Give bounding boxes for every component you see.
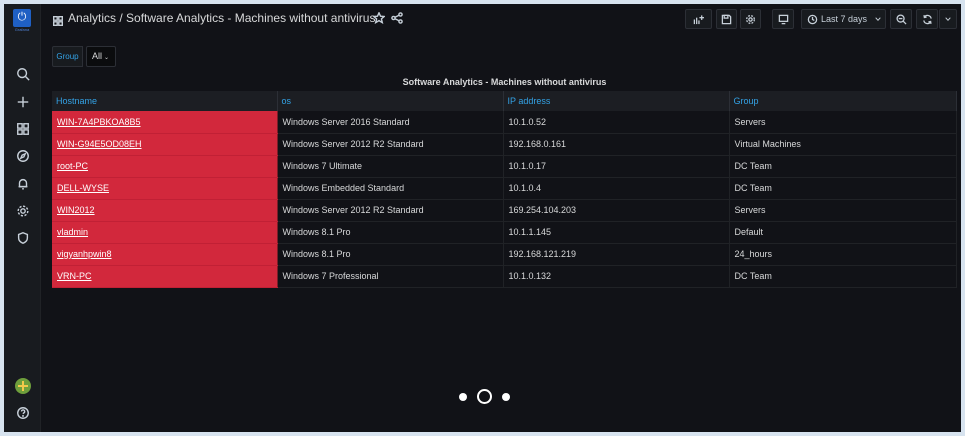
ip-address-cell: 192.168.0.161 bbox=[503, 133, 730, 156]
dashboards-grid-icon bbox=[52, 13, 64, 27]
carousel-indicator bbox=[455, 387, 515, 407]
dashboard-title[interactable]: Analytics / Software Analytics - Machine… bbox=[68, 11, 375, 25]
machines-table: Hostname os IP address Group WIN-7A4PBKO… bbox=[52, 91, 957, 288]
gear-icon[interactable] bbox=[13, 201, 33, 221]
group-cell: Servers bbox=[729, 199, 957, 222]
hostname-cell: WIN-7A4PBKOA8B5 bbox=[52, 111, 278, 134]
refresh-button[interactable] bbox=[916, 9, 938, 29]
os-cell: Windows Server 2012 R2 Standard bbox=[277, 199, 504, 222]
ip-address-cell: 10.1.0.132 bbox=[503, 265, 730, 288]
hostname-link[interactable]: vladmin bbox=[57, 227, 88, 237]
group-variable-value: All bbox=[92, 51, 103, 61]
column-header-hostname[interactable]: Hostname bbox=[52, 91, 278, 111]
group-cell: Servers bbox=[729, 111, 957, 134]
ip-address-cell: 10.1.1.145 bbox=[503, 221, 730, 244]
carousel-dot-active[interactable] bbox=[477, 389, 492, 404]
table-row: DELL-WYSE Windows Embedded Standard 10.1… bbox=[52, 177, 957, 200]
zoom-out-icon bbox=[895, 13, 907, 25]
save-icon bbox=[721, 14, 732, 24]
group-variable-label: Group bbox=[52, 46, 83, 67]
hostname-cell: WIN-G94E5OD08EH bbox=[52, 133, 278, 156]
group-cell: Default bbox=[729, 221, 957, 244]
plus-icon[interactable] bbox=[13, 92, 33, 112]
table-row: root-PC Windows 7 Ultimate 10.1.0.17 DC … bbox=[52, 155, 957, 178]
add-panel-icon bbox=[693, 14, 704, 24]
refresh-interval-dropdown[interactable] bbox=[939, 9, 957, 29]
help-icon[interactable] bbox=[13, 403, 33, 423]
os-cell: Windows 7 Professional bbox=[277, 265, 504, 288]
column-header-ip-address[interactable]: IP address bbox=[503, 91, 730, 111]
chevron-down-icon: ⌄ bbox=[104, 55, 110, 61]
os-cell: Windows Server 2016 Standard bbox=[277, 111, 504, 134]
monitor-icon bbox=[778, 14, 788, 24]
hostname-link[interactable]: vigyanhpwin8 bbox=[57, 249, 112, 259]
chevron-down-icon bbox=[875, 17, 881, 22]
hostname-link[interactable]: WIN-G94E5OD08EH bbox=[57, 139, 142, 149]
ip-address-cell: 192.168.121.219 bbox=[503, 243, 730, 266]
hostname-link[interactable]: VRN-PC bbox=[57, 271, 92, 281]
hostname-link[interactable]: DELL-WYSE bbox=[57, 183, 109, 193]
dashboard-settings-button[interactable] bbox=[740, 9, 761, 29]
hostname-link[interactable]: root-PC bbox=[57, 161, 88, 171]
time-range-label: Last 7 days bbox=[821, 14, 868, 24]
group-variable-select[interactable]: All ⌄ bbox=[86, 46, 116, 67]
hostname-cell: DELL-WYSE bbox=[52, 177, 278, 200]
logo-caption: Grafana bbox=[14, 27, 30, 32]
grafana-window: ⏻ Grafana Analytics / Software Analytics… bbox=[4, 4, 961, 432]
hostname-cell: VRN-PC bbox=[52, 265, 278, 288]
time-range-picker[interactable]: Last 7 days bbox=[801, 9, 886, 29]
grafana-logo-icon[interactable]: ⏻ bbox=[13, 9, 31, 27]
dashboards-grid-icon[interactable] bbox=[13, 119, 33, 139]
table-row: WIN-7A4PBKOA8B5 Windows Server 2016 Stan… bbox=[52, 111, 957, 134]
compass-icon[interactable] bbox=[13, 146, 33, 166]
ip-address-cell: 169.254.104.203 bbox=[503, 199, 730, 222]
carousel-dot[interactable] bbox=[459, 393, 467, 401]
table-row: WIN2012 Windows Server 2012 R2 Standard … bbox=[52, 199, 957, 222]
table-row: VRN-PC Windows 7 Professional 10.1.0.132… bbox=[52, 265, 957, 288]
hostname-cell: vladmin bbox=[52, 221, 278, 244]
os-cell: Windows Server 2012 R2 Standard bbox=[277, 133, 504, 156]
add-panel-button[interactable] bbox=[685, 9, 712, 29]
group-cell: DC Team bbox=[729, 265, 957, 288]
user-avatar[interactable] bbox=[15, 378, 31, 394]
view-mode-button[interactable] bbox=[772, 9, 794, 29]
dashboard-navbar: Analytics / Software Analytics - Machine… bbox=[41, 4, 961, 32]
os-cell: Windows Embedded Standard bbox=[277, 177, 504, 200]
os-cell: Windows 8.1 Pro bbox=[277, 243, 504, 266]
ip-address-cell: 10.1.0.4 bbox=[503, 177, 730, 200]
share-icon[interactable] bbox=[391, 11, 405, 25]
group-cell: 24_hours bbox=[729, 243, 957, 266]
hostname-cell: root-PC bbox=[52, 155, 278, 178]
group-cell: DC Team bbox=[729, 155, 957, 178]
search-icon[interactable] bbox=[13, 64, 33, 84]
hostname-link[interactable]: WIN-7A4PBKOA8B5 bbox=[57, 117, 141, 127]
table-row: vigyanhpwin8 Windows 8.1 Pro 192.168.121… bbox=[52, 243, 957, 266]
table-row: WIN-G94E5OD08EH Windows Server 2012 R2 S… bbox=[52, 133, 957, 156]
column-header-os[interactable]: os bbox=[277, 91, 504, 111]
ip-address-cell: 10.1.0.52 bbox=[503, 111, 730, 134]
zoom-out-button[interactable] bbox=[890, 9, 912, 29]
column-header-group[interactable]: Group bbox=[729, 91, 957, 111]
hostname-cell: WIN2012 bbox=[52, 199, 278, 222]
sidebar: ⏻ Grafana bbox=[4, 4, 41, 432]
star-icon[interactable] bbox=[372, 11, 387, 25]
carousel-dot[interactable] bbox=[502, 393, 510, 401]
gear-icon bbox=[746, 14, 755, 24]
chevron-down-icon bbox=[945, 17, 951, 22]
panel-title: Software Analytics - Machines without an… bbox=[402, 77, 607, 87]
hostname-link[interactable]: WIN2012 bbox=[57, 205, 95, 215]
group-cell: DC Team bbox=[729, 177, 957, 200]
save-dashboard-button[interactable] bbox=[716, 9, 737, 29]
table-row: vladmin Windows 8.1 Pro 10.1.1.145 Defau… bbox=[52, 221, 957, 244]
clock-icon bbox=[807, 14, 818, 24]
group-cell: Virtual Machines bbox=[729, 133, 957, 156]
os-cell: Windows 8.1 Pro bbox=[277, 221, 504, 244]
hostname-cell: vigyanhpwin8 bbox=[52, 243, 278, 266]
refresh-icon bbox=[922, 14, 932, 24]
os-cell: Windows 7 Ultimate bbox=[277, 155, 504, 178]
bell-icon[interactable] bbox=[13, 174, 33, 194]
shield-icon[interactable] bbox=[13, 228, 33, 248]
table-header-row: Hostname os IP address Group bbox=[52, 91, 957, 111]
ip-address-cell: 10.1.0.17 bbox=[503, 155, 730, 178]
